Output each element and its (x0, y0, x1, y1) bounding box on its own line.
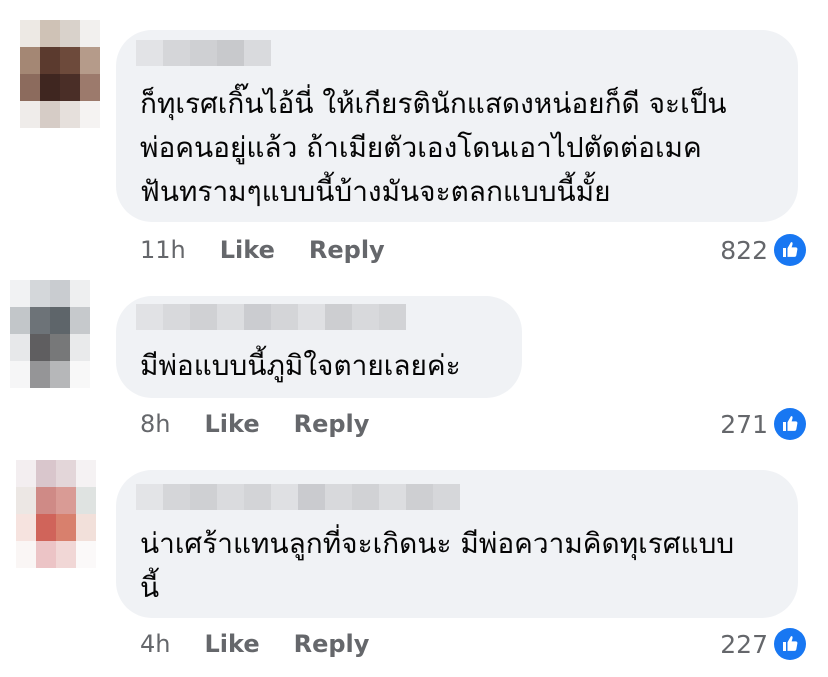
comment-bubble: ก็ทุเรศเกิ๊นไอ้นี่ ให้เกียรตินักแสดงหน่อ… (116, 30, 798, 222)
like-button[interactable]: Like (204, 630, 259, 658)
avatar[interactable] (20, 20, 100, 128)
reaction-count: 271 (720, 409, 768, 439)
comment-actions: 8h Like Reply (140, 407, 403, 441)
comment-bubble: น่าเศร้าแทนลูกที่จะเกิดนะ มีพ่อความคิดทุ… (116, 470, 798, 618)
author-name-redacted[interactable] (136, 484, 460, 510)
reaction-count: 227 (720, 629, 768, 659)
reaction-summary[interactable]: 822 (720, 233, 806, 267)
like-icon (774, 234, 806, 266)
comment-actions: 4h Like Reply (140, 627, 403, 661)
avatar[interactable] (10, 280, 90, 388)
reply-button[interactable]: Reply (294, 410, 370, 438)
like-button[interactable]: Like (220, 236, 275, 264)
reply-button[interactable]: Reply (294, 630, 370, 658)
reaction-summary[interactable]: 227 (720, 627, 806, 661)
like-button[interactable]: Like (204, 410, 259, 438)
avatar[interactable] (16, 460, 96, 568)
timestamp[interactable]: 11h (140, 236, 186, 264)
author-name-redacted[interactable] (136, 40, 271, 66)
timestamp[interactable]: 4h (140, 630, 170, 658)
like-icon (774, 408, 806, 440)
timestamp[interactable]: 8h (140, 410, 170, 438)
comment-text: ก็ทุเรศเกิ๊นไอ้นี่ ให้เกียรตินักแสดงหน่อ… (140, 87, 727, 208)
comment-text: น่าเศร้าแทนลูกที่จะเกิดนะ มีพ่อความคิดทุ… (140, 527, 735, 604)
reaction-summary[interactable]: 271 (720, 407, 806, 441)
like-icon (774, 628, 806, 660)
reaction-count: 822 (720, 235, 768, 265)
comment-text: มีพ่อแบบนี้ภูมิใจตายเลยค่ะ (140, 349, 461, 382)
comment-bubble: มีพ่อแบบนี้ภูมิใจตายเลยค่ะ (116, 296, 522, 398)
comment-actions: 11h Like Reply (140, 233, 419, 267)
author-name-redacted[interactable] (136, 304, 406, 330)
reply-button[interactable]: Reply (309, 236, 385, 264)
